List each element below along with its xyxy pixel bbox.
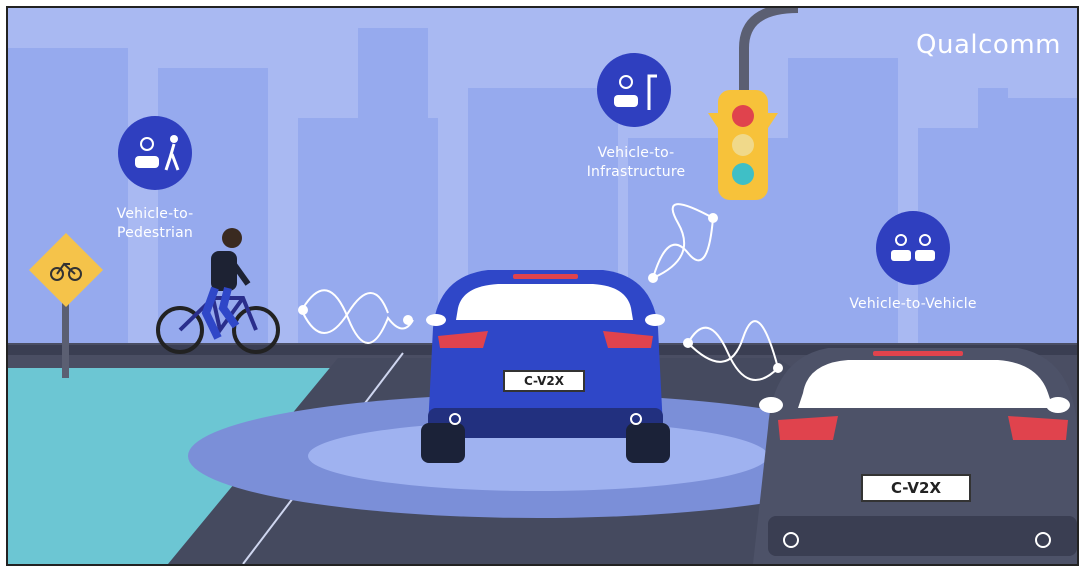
license-plate-front-car: C-V2X (503, 370, 585, 392)
car-and-pedestrian-icon (118, 116, 192, 190)
license-plate-rear-car: C-V2X (861, 474, 971, 502)
brand-logo: Qualcomm (916, 30, 1061, 60)
blue-car (421, 270, 670, 463)
label-vehicle-to-pedestrian: Vehicle-to- Pedestrian (116, 206, 194, 241)
label-vehicle-to-infrastructure: Vehicle-to- Infrastructure (586, 145, 686, 180)
gray-car (753, 348, 1077, 564)
label-vehicle-to-vehicle: Vehicle-to-Vehicle (849, 296, 977, 312)
car-and-streetlight-icon (597, 53, 671, 127)
cv2x-scene: Qualcomm Vehicle-to- Pedestrian Vehicle-… (8, 8, 1077, 564)
illustration-frame: Qualcomm Vehicle-to- Pedestrian Vehicle-… (0, 0, 1085, 572)
two-cars-icon (876, 211, 950, 285)
